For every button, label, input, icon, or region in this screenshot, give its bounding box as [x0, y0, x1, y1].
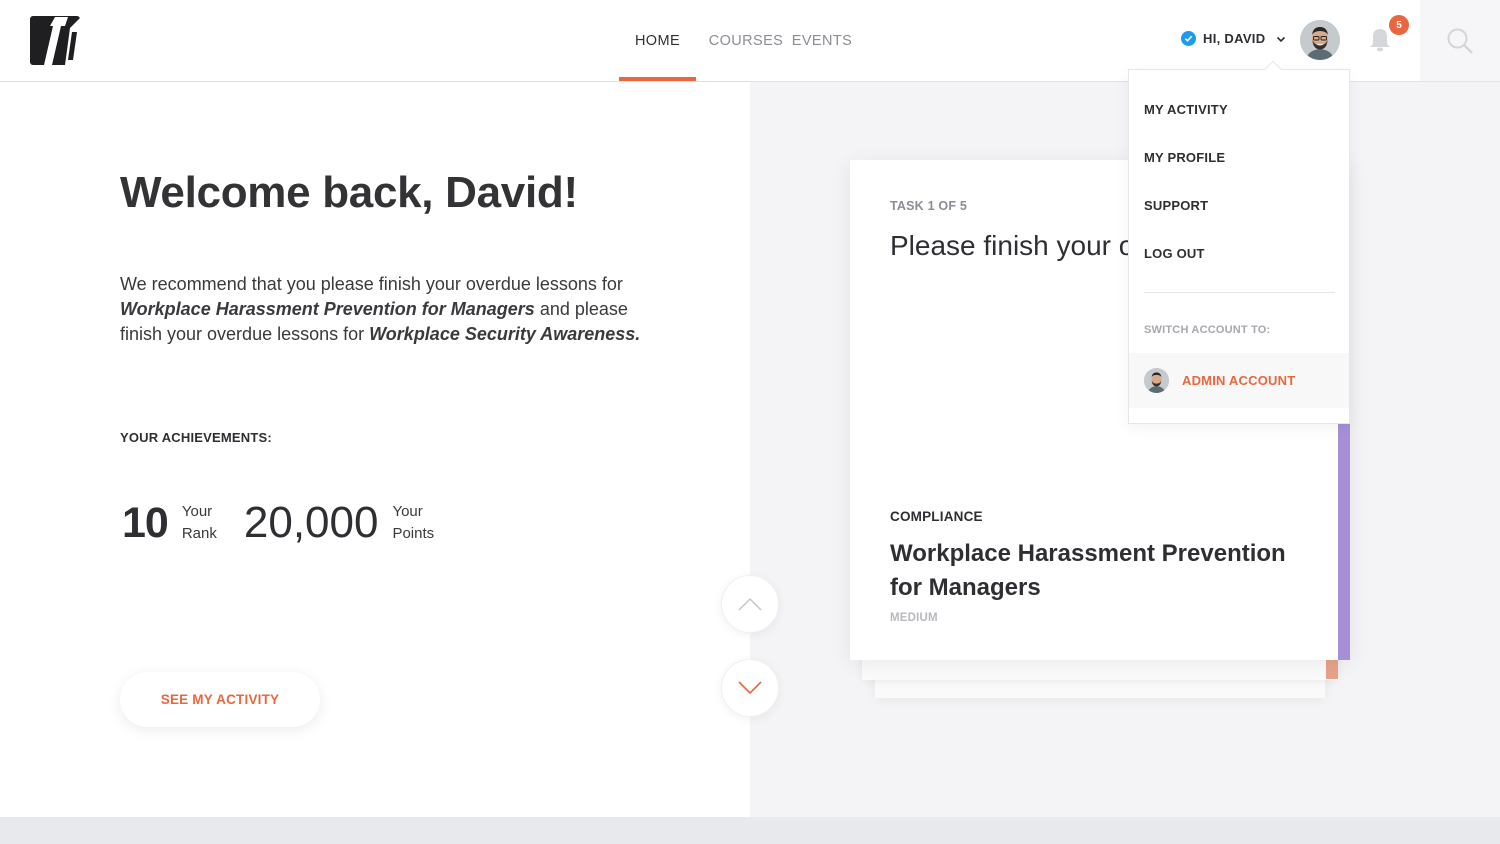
menu-item-my-activity[interactable]: MY ACTIVITY — [1144, 102, 1228, 117]
admin-account-label: ADMIN ACCOUNT — [1182, 373, 1296, 388]
course-category: COMPLIANCE — [890, 509, 983, 524]
admin-avatar — [1144, 368, 1169, 393]
user-dropdown-menu: MY ACTIVITY MY PROFILE SUPPORT LOG OUT S… — [1128, 69, 1350, 424]
chevron-down-icon — [738, 681, 762, 695]
next-card-accent — [1326, 660, 1338, 679]
nav-tab-home-label: HOME — [634, 32, 681, 49]
user-menu-toggle[interactable]: HI, DAVID — [1181, 31, 1287, 46]
welcome-heading: Welcome back, David! — [120, 168, 578, 217]
menu-item-my-profile[interactable]: MY PROFILE — [1144, 150, 1225, 165]
user-avatar[interactable] — [1300, 20, 1340, 60]
points-label-line1: Your — [392, 503, 423, 520]
recommended-course-link-1[interactable]: Workplace Harassment Prevention for Mana… — [120, 299, 535, 319]
recommendation-text: We recommend that you please finish your… — [120, 272, 650, 347]
points-label-line2: Points — [392, 525, 435, 542]
main-nav: HOME COURSES EVENTS — [619, 0, 864, 82]
rank-value: 10 — [122, 498, 169, 547]
bell-icon[interactable] — [1368, 27, 1392, 53]
points-value: 20,000 — [243, 498, 379, 547]
search-icon — [1447, 28, 1473, 54]
chevron-down-icon — [1277, 36, 1286, 42]
welcome-panel: Welcome back, David! We recommend that y… — [0, 82, 750, 817]
switch-to-admin-account[interactable]: ADMIN ACCOUNT — [1129, 353, 1349, 408]
menu-item-log-out[interactable]: LOG OUT — [1144, 246, 1205, 261]
switch-account-label: SWITCH ACCOUNT TO: — [1144, 324, 1271, 336]
recommended-course-link-2[interactable]: Workplace Security Awareness — [369, 324, 635, 344]
menu-divider — [1144, 292, 1335, 293]
see-my-activity-button[interactable]: SEE MY ACTIVITY — [120, 672, 320, 727]
nav-tab-events-label: EVENTS — [791, 32, 853, 49]
brand-logo[interactable] — [30, 16, 80, 65]
achievements-title: YOUR ACHIEVEMENTS: — [120, 430, 272, 445]
rank-label: Your Rank — [182, 501, 217, 545]
rank-label-line1: Your — [181, 503, 213, 520]
points-label: Your Points — [392, 501, 434, 545]
nav-tab-events[interactable]: EVENTS — [780, 0, 864, 81]
course-difficulty: MEDIUM — [890, 612, 938, 624]
notification-badge: 5 — [1389, 15, 1409, 35]
user-greeting: HI, DAVID — [1203, 31, 1266, 46]
nav-tab-home[interactable]: HOME — [619, 0, 696, 81]
next-task-button[interactable] — [721, 659, 779, 717]
footer-bar — [0, 817, 1500, 844]
previous-task-button[interactable] — [721, 575, 779, 633]
course-title[interactable]: Workplace Harassment Prevention for Mana… — [890, 537, 1320, 605]
achievement-stats: 10 Your Rank 20,000 Your Points — [122, 498, 434, 548]
recommend-period: . — [635, 324, 641, 344]
nav-tab-courses-label: COURSES — [708, 32, 784, 49]
verified-check-icon — [1181, 31, 1196, 46]
menu-item-support[interactable]: SUPPORT — [1144, 198, 1208, 213]
search-button[interactable] — [1420, 0, 1500, 81]
chevron-up-icon — [738, 598, 762, 611]
recommend-text-1: We recommend that you please finish your… — [120, 274, 623, 294]
rank-label-line2: Rank — [181, 525, 217, 542]
task-counter: TASK 1 OF 5 — [890, 199, 967, 213]
